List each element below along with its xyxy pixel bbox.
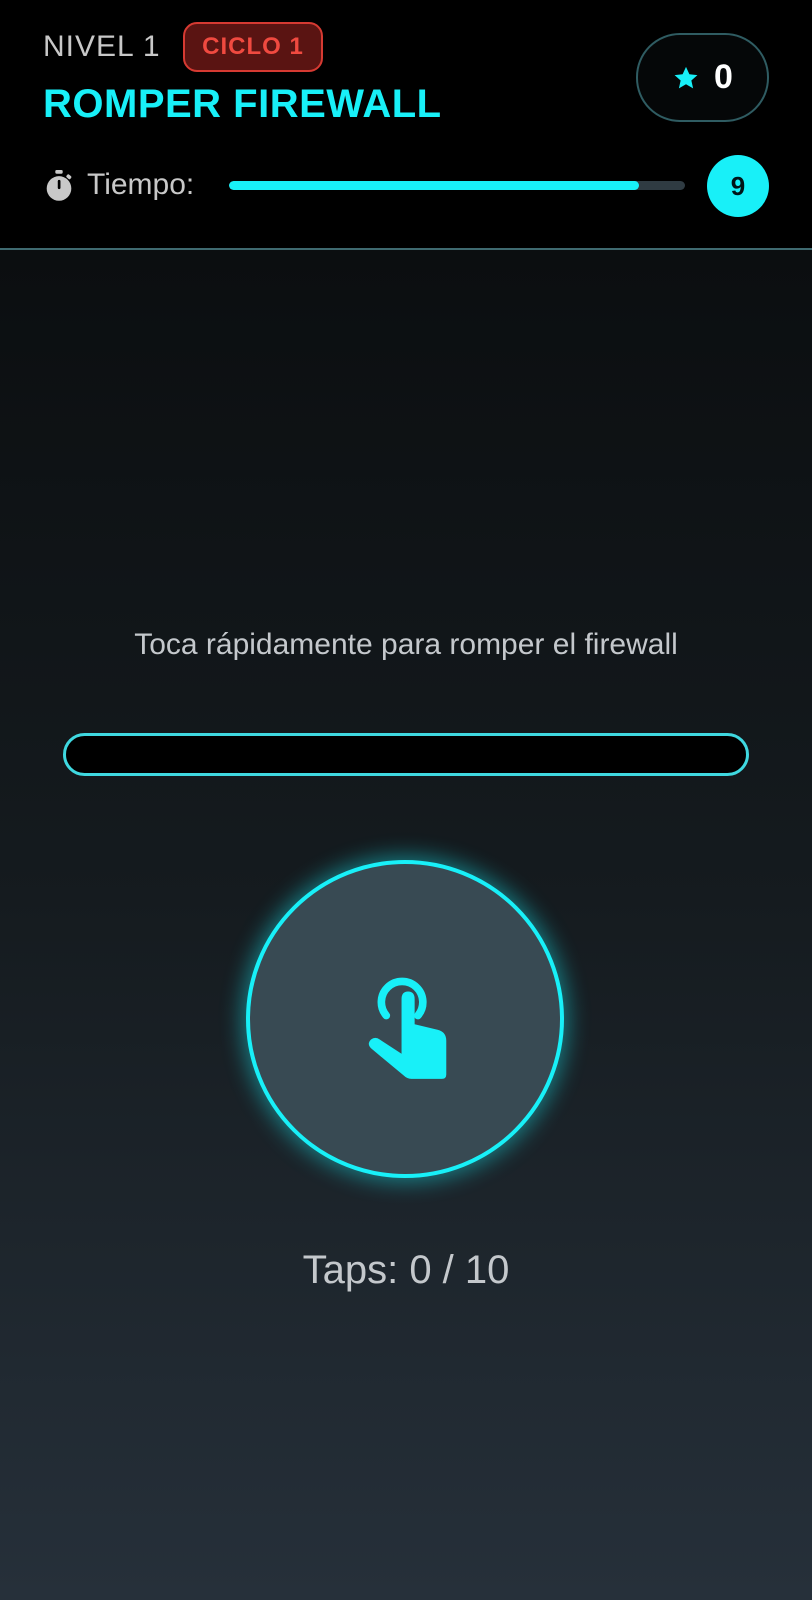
score-pill: 0 xyxy=(636,33,769,122)
game-header: NIVEL 1 CICLO 1 ROMPER FIREWALL 0 Tiempo… xyxy=(0,0,812,250)
tap-button[interactable] xyxy=(246,860,564,1178)
firewall-progress-bar xyxy=(63,733,749,776)
touch-icon xyxy=(368,977,447,1079)
stopwatch-icon xyxy=(46,170,72,201)
instruction-text: Toca rápidamente para romper el firewall xyxy=(134,628,678,661)
star-icon xyxy=(674,66,698,88)
timer-bar-fill xyxy=(229,181,640,190)
timer-seconds-badge: 9 xyxy=(707,155,769,217)
taps-counter: Taps: 0 / 10 xyxy=(302,1248,510,1292)
cycle-badge: CICLO 1 xyxy=(183,22,323,72)
score-value: 0 xyxy=(714,58,733,96)
level-label: NIVEL 1 xyxy=(43,30,161,63)
timer-bar xyxy=(229,181,685,190)
timer-label: Tiempo: xyxy=(87,168,195,201)
challenge-title: ROMPER FIREWALL xyxy=(43,82,442,126)
